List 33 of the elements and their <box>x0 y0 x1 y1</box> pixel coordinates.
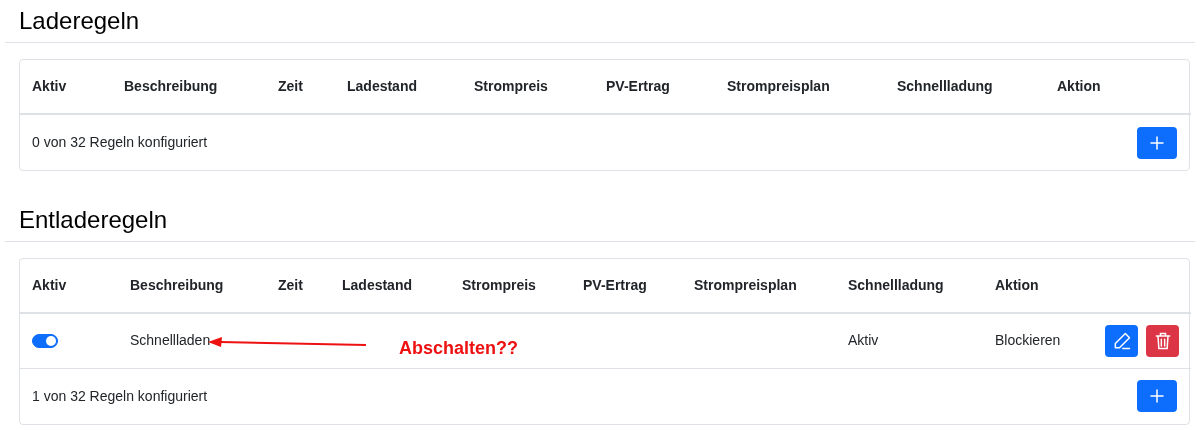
column-header: Strompreisplan <box>694 277 797 293</box>
rule-count: 1 von 32 Regeln konfiguriert <box>32 386 208 406</box>
section-title: Laderegeln <box>19 6 140 36</box>
section-title: Entladeregeln <box>19 205 168 235</box>
plus-icon <box>1148 387 1166 405</box>
column-header: Strompreis <box>462 277 536 293</box>
column-header: Strompreis <box>474 78 548 94</box>
column-header: Ladestand <box>347 78 417 94</box>
column-header: Strompreisplan <box>727 78 830 94</box>
column-header: Aktiv <box>32 277 67 293</box>
rule-description: Schnellladen <box>130 332 211 349</box>
column-header: PV-Ertrag <box>606 78 670 94</box>
add-button[interactable] <box>1137 380 1177 412</box>
column-header: Beschreibung <box>130 277 224 293</box>
rule-count: 0 von 32 Regeln konfiguriert <box>32 133 208 152</box>
fast-charging-value: Aktiv <box>848 332 879 349</box>
column-header: Aktion <box>1057 78 1101 94</box>
column-header: PV-Ertrag <box>583 277 647 293</box>
delete-button[interactable] <box>1146 324 1179 357</box>
column-header: Schnellladung <box>897 78 993 94</box>
column-header: Zeit <box>278 277 303 293</box>
column-header: Zeit <box>278 78 303 94</box>
plus-icon <box>1148 133 1166 152</box>
action-value: Blockieren <box>995 332 1061 349</box>
column-header: Ladestand <box>342 277 412 293</box>
toggle-switch[interactable] <box>32 333 58 348</box>
column-header: Beschreibung <box>124 78 218 94</box>
column-header: Schnellladung <box>848 277 944 293</box>
add-button[interactable] <box>1137 126 1177 159</box>
annotation-text: Abschalten?? <box>399 337 518 360</box>
edit-button[interactable] <box>1105 324 1138 357</box>
column-header: Aktion <box>995 277 1039 293</box>
column-header: Aktiv <box>32 78 67 94</box>
